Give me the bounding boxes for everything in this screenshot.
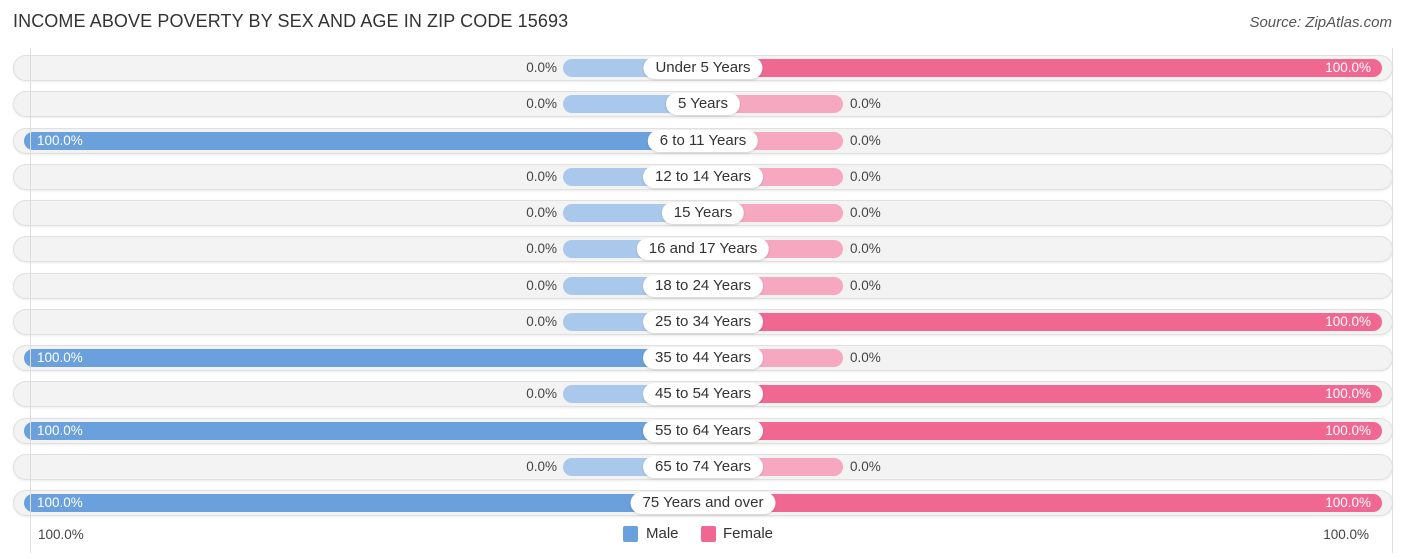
category-label: 5 Years <box>665 93 741 116</box>
female-value-label: 0.0% <box>850 241 881 257</box>
legend-swatch-female <box>701 526 716 542</box>
female-value-label: 100.0% <box>1325 60 1371 75</box>
female-value-label: 0.0% <box>850 205 881 220</box>
female-bar[interactable] <box>703 59 1382 77</box>
male-bar[interactable] <box>24 421 703 440</box>
category-label: Under 5 Years <box>643 57 763 79</box>
female-value-label: 0.0% <box>850 96 881 112</box>
category-label: 16 and 17 Years <box>636 238 770 261</box>
male-value-label: 0.0% <box>526 205 557 220</box>
chart-row: 0.0% 0.0% 18 to 24 Years <box>13 272 1393 299</box>
male-value-label: 0.0% <box>526 458 557 474</box>
category-label: 55 to 64 Years <box>643 419 763 442</box>
chart-row: 0.0% 100.0% 25 to 34 Years <box>13 308 1393 335</box>
category-label: 65 to 74 Years <box>643 455 763 478</box>
female-value-label: 0.0% <box>850 168 881 184</box>
chart-row: 100.0% 100.0% 75 Years and over <box>13 490 1393 516</box>
male-bar[interactable] <box>24 494 703 512</box>
right-axis-line <box>1392 48 1393 553</box>
male-value-label: 0.0% <box>526 168 557 184</box>
female-value-label: 100.0% <box>1325 313 1371 329</box>
category-label: 45 to 54 Years <box>643 383 763 406</box>
category-label: 12 to 14 Years <box>643 165 763 188</box>
female-value-label: 0.0% <box>850 458 881 474</box>
male-value-label: 0.0% <box>526 386 557 402</box>
male-bar[interactable] <box>24 349 703 367</box>
female-bar[interactable] <box>703 385 1382 404</box>
female-value-label: 0.0% <box>850 132 881 148</box>
male-value-label: 0.0% <box>526 241 557 257</box>
category-label: 35 to 44 Years <box>643 347 763 369</box>
male-value-label: 0.0% <box>526 313 557 329</box>
chart-row: 100.0% 100.0% 55 to 64 Years <box>13 417 1393 444</box>
chart-row: 0.0% 0.0% 12 to 14 Years <box>13 163 1393 190</box>
female-value-label: 100.0% <box>1325 495 1371 510</box>
male-value-label: 100.0% <box>37 422 83 438</box>
female-bar[interactable] <box>703 312 1382 331</box>
male-value-label: 0.0% <box>526 60 557 75</box>
legend-swatch-male <box>623 526 638 542</box>
chart-row: 0.0% 100.0% 45 to 54 Years <box>13 381 1393 408</box>
chart-row: 0.0% 0.0% 65 to 74 Years <box>13 453 1393 480</box>
male-value-label: 100.0% <box>37 350 83 365</box>
chart-row: 100.0% 0.0% 6 to 11 Years <box>13 127 1393 154</box>
female-value-label: 100.0% <box>1325 386 1371 402</box>
female-value-label: 100.0% <box>1325 422 1371 438</box>
category-label: 6 to 11 Years <box>647 129 759 152</box>
chart-row: 0.0% 100.0% Under 5 Years <box>13 55 1393 81</box>
left-axis-line <box>30 48 31 553</box>
axis-label-right: 100.0% <box>1323 527 1369 542</box>
category-label: 15 Years <box>661 202 745 224</box>
chart-row: 0.0% 0.0% 16 and 17 Years <box>13 236 1393 263</box>
legend-label-female[interactable]: Female <box>723 525 773 542</box>
chart-row: 0.0% 0.0% 15 Years <box>13 200 1393 226</box>
female-bar[interactable] <box>703 421 1382 440</box>
female-bar[interactable] <box>703 494 1382 512</box>
chart-row: 0.0% 0.0% 5 Years <box>13 91 1393 118</box>
male-value-label: 100.0% <box>37 132 83 148</box>
female-value-label: 0.0% <box>850 277 881 293</box>
male-value-label: 0.0% <box>526 96 557 112</box>
chart-title: INCOME ABOVE POVERTY BY SEX AND AGE IN Z… <box>13 11 569 31</box>
male-value-label: 100.0% <box>37 495 83 510</box>
legend-label-male[interactable]: Male <box>646 525 679 542</box>
source-label: Source: ZipAtlas.com <box>1249 14 1392 31</box>
male-bar[interactable] <box>24 131 703 150</box>
category-label: 75 Years and over <box>630 492 776 514</box>
chart-row: 100.0% 0.0% 35 to 44 Years <box>13 345 1393 371</box>
category-label: 25 to 34 Years <box>643 310 763 333</box>
female-value-label: 0.0% <box>850 350 881 365</box>
axis-label-left: 100.0% <box>38 527 84 542</box>
male-value-label: 0.0% <box>526 277 557 293</box>
category-label: 18 to 24 Years <box>643 274 763 297</box>
